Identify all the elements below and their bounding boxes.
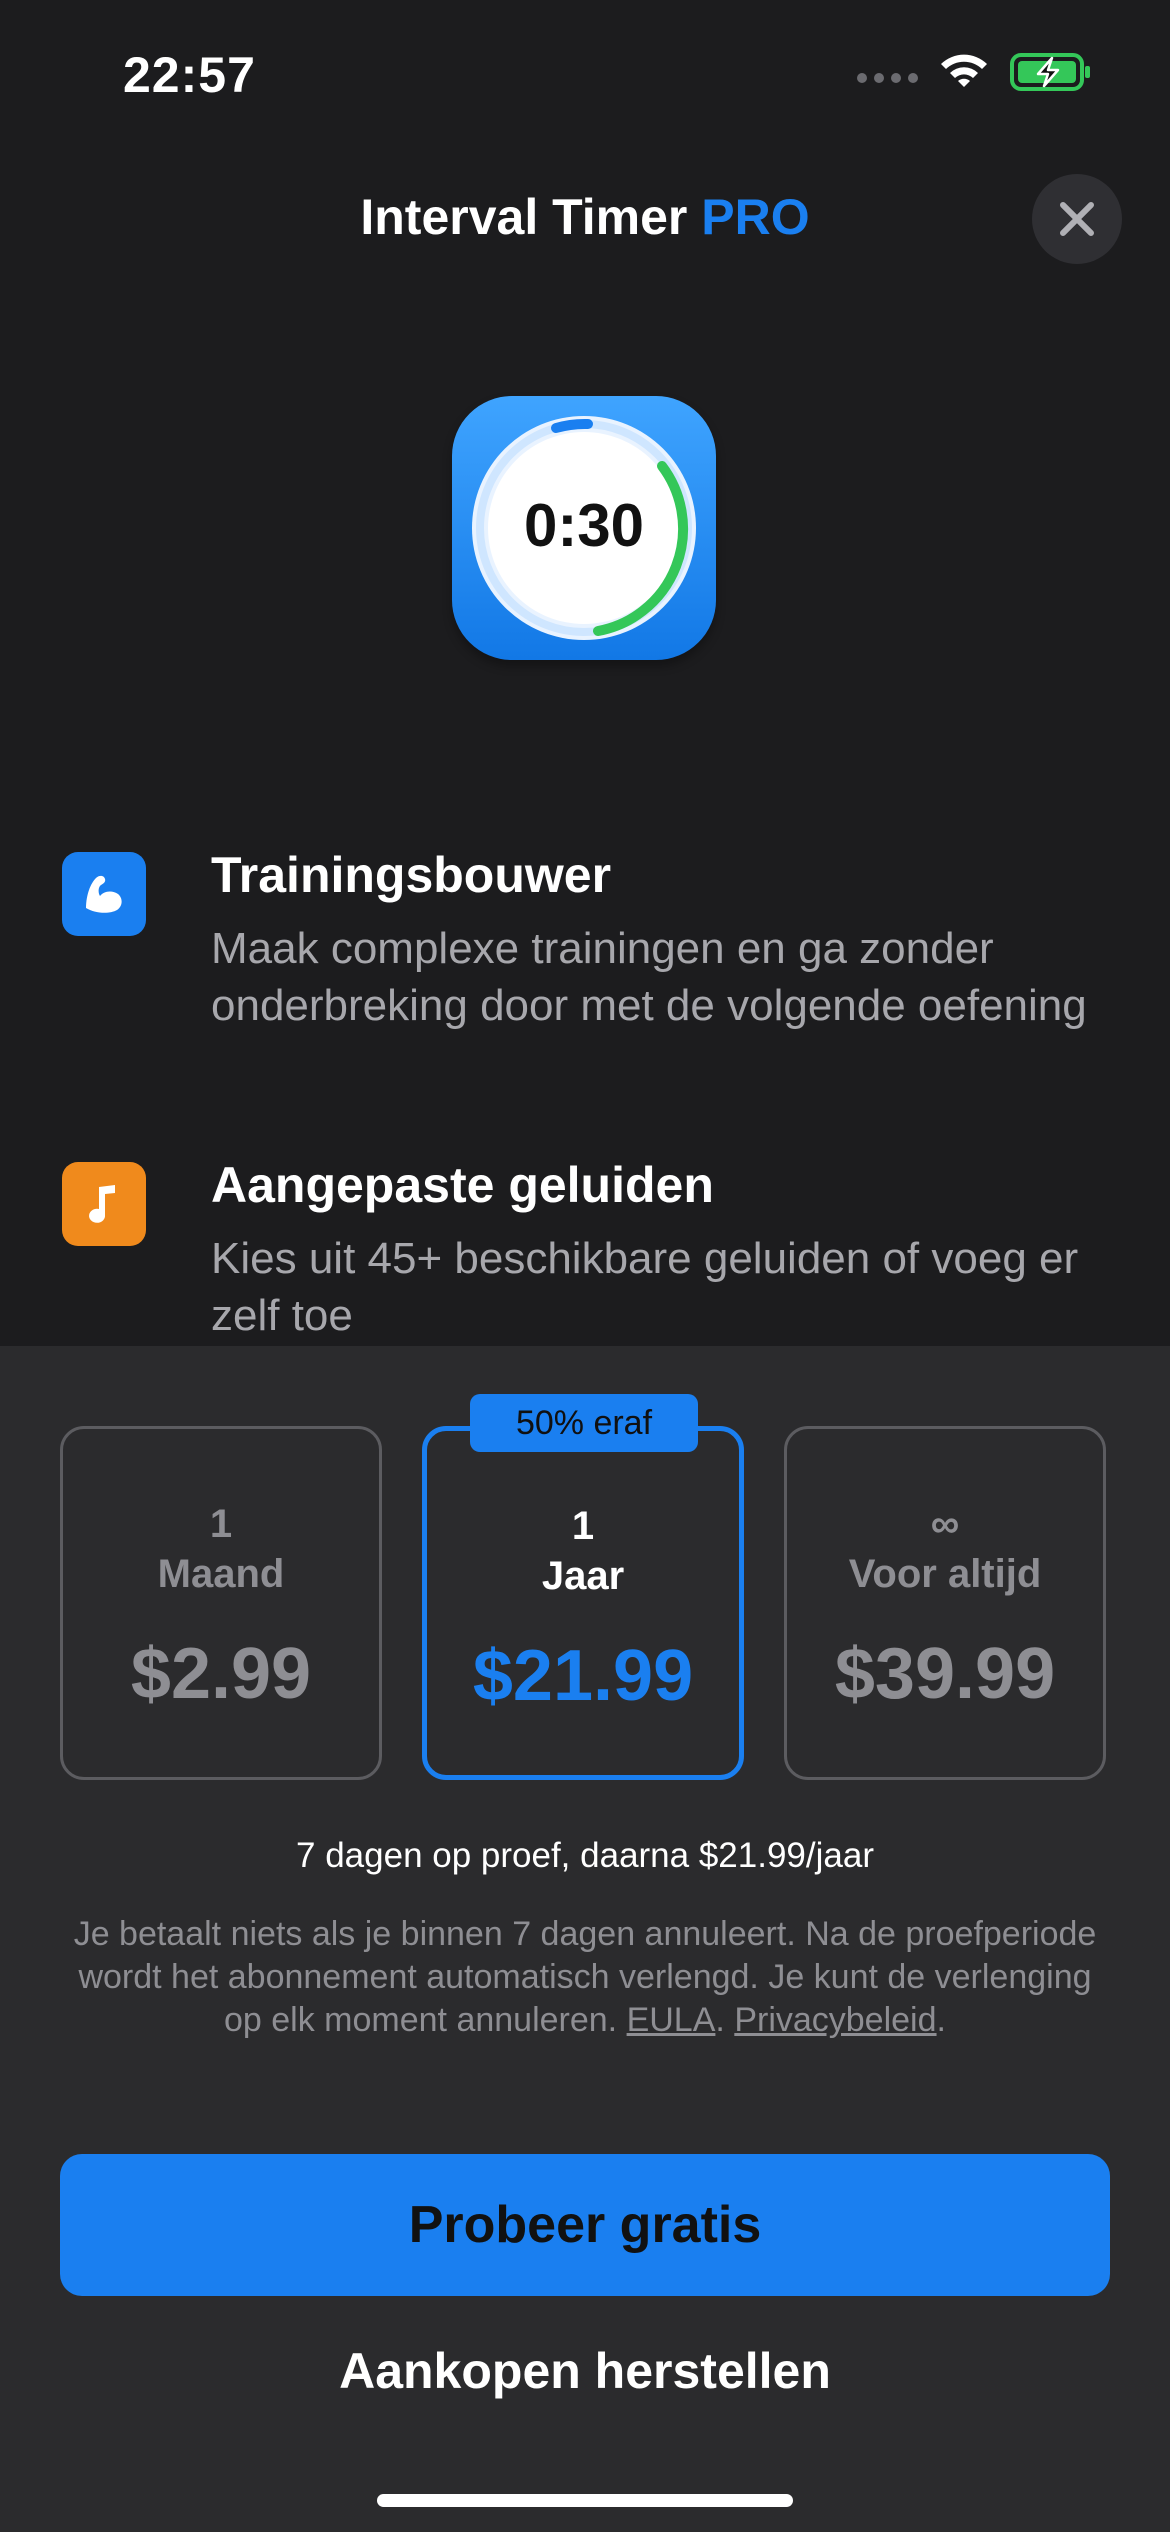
privacy-policy-link[interactable]: Privacybeleid <box>734 2001 936 2039</box>
feature-title: Trainingsbouwer <box>211 847 612 903</box>
plan-quantity: ∞ <box>930 1502 960 1546</box>
legal-text: Je betaalt niets als je binnen 7 dagen a… <box>73 1915 1097 2039</box>
wifi-icon <box>941 54 987 87</box>
status-time: 22:57 <box>123 47 256 103</box>
page-title: Interval Timer PRO <box>360 189 810 245</box>
restore-purchases-button[interactable]: Aankopen herstellen <box>0 2342 1170 2400</box>
close-icon <box>1060 202 1094 236</box>
plan-price: $21.99 <box>472 1636 694 1716</box>
plan-price: $2.99 <box>130 1634 312 1714</box>
plan-lifetime[interactable]: ∞ Voor altijd $39.99 <box>784 1426 1106 1780</box>
trial-info: 7 dagen op proef, daarna $21.99/jaar <box>296 1836 874 1875</box>
plan-period: Jaar <box>541 1554 625 1598</box>
eula-link[interactable]: EULA <box>627 2001 716 2039</box>
timer-dial-icon: 0:30 <box>472 416 696 640</box>
app-icon: 0:30 <box>452 396 716 660</box>
plan-period: Maand <box>157 1552 285 1596</box>
plan-yearly[interactable]: 1 Jaar $21.99 <box>422 1426 744 1780</box>
try-free-button[interactable]: Probeer gratis <box>60 2154 1110 2296</box>
plan-monthly[interactable]: 1 Maand $2.99 <box>60 1426 382 1780</box>
timer-text: 0:30 <box>524 492 644 559</box>
paywall-top: 22:57 Interval Timer PRO 0:30 Trainingsb… <box>0 0 1170 1346</box>
home-indicator <box>377 2494 793 2507</box>
plan-price: $39.99 <box>834 1634 1056 1714</box>
plan-period: Voor altijd <box>848 1552 1042 1596</box>
close-button[interactable] <box>1032 174 1122 264</box>
feature-description: Maak complexe trainingen en ga zonder on… <box>211 924 1087 1030</box>
signal-icon <box>857 73 918 83</box>
plan-quantity: 1 <box>209 1502 233 1546</box>
status-indicators <box>857 52 1092 92</box>
plan-quantity: 1 <box>571 1504 595 1548</box>
music-note-icon <box>62 1162 146 1246</box>
battery-charging-icon <box>1010 53 1090 91</box>
feature-description: Kies uit 45+ beschikbare geluiden of voe… <box>211 1234 1079 1340</box>
discount-badge: 50% eraf <box>470 1394 698 1452</box>
feature-title: Aangepaste geluiden <box>211 1157 714 1213</box>
flexed-biceps-icon <box>62 852 146 936</box>
